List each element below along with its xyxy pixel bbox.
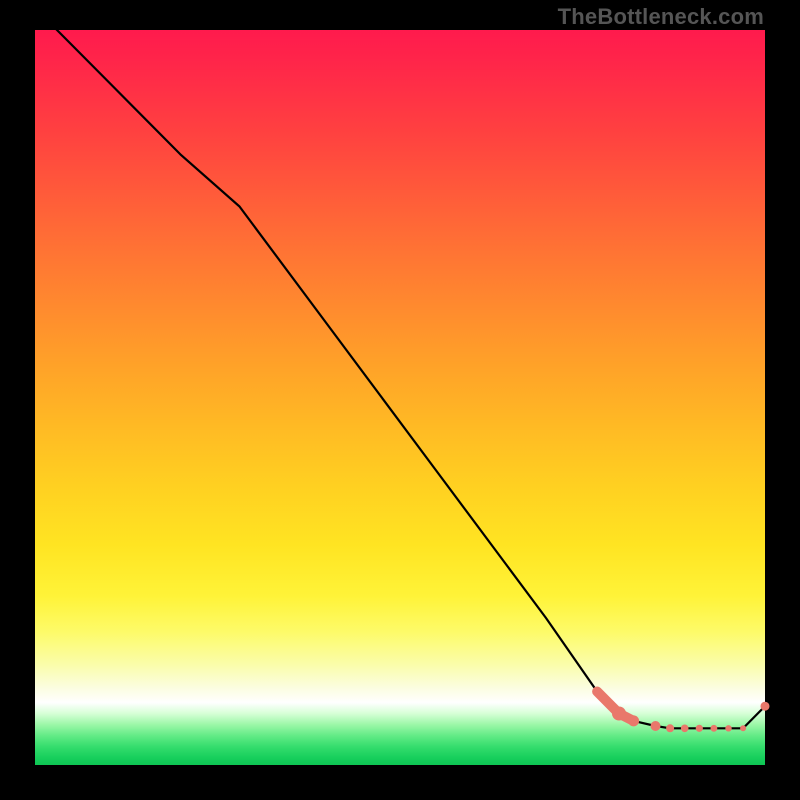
watermark-text: TheBottleneck.com bbox=[558, 4, 764, 30]
data-marker bbox=[628, 715, 639, 726]
data-marker bbox=[696, 725, 703, 732]
data-marker bbox=[711, 725, 718, 732]
data-marker bbox=[725, 725, 731, 731]
curve-line bbox=[35, 8, 765, 728]
data-marker bbox=[761, 702, 770, 711]
chart-overlay bbox=[35, 30, 765, 765]
data-marker bbox=[740, 725, 746, 731]
data-marker bbox=[681, 725, 689, 733]
data-marker bbox=[612, 707, 626, 721]
data-marker bbox=[666, 724, 674, 732]
chart-frame: TheBottleneck.com bbox=[0, 0, 800, 800]
data-marker bbox=[651, 721, 661, 731]
